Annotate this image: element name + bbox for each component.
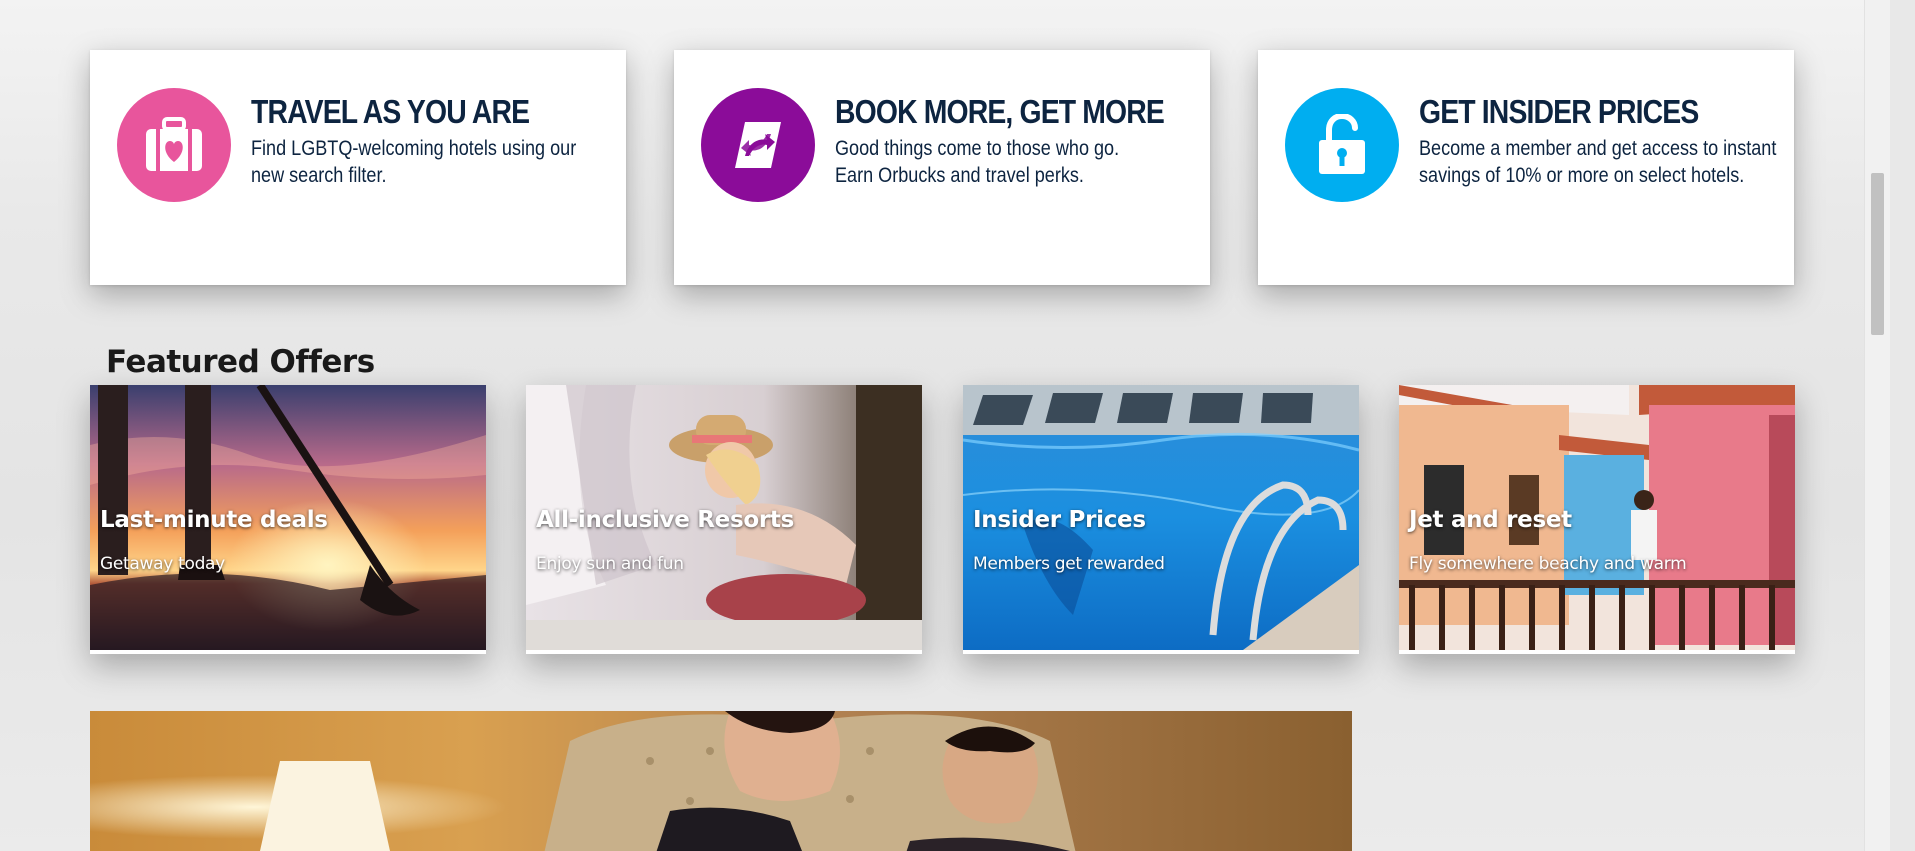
offer-title: Insider Prices <box>973 507 1146 533</box>
offer-card-jet-and-reset[interactable]: Jet and reset Fly somewhere beachy and w… <box>1399 385 1795 654</box>
benefit-card-travel-as-you-are[interactable]: TRAVEL AS YOU ARE Find LGBTQ-welcoming h… <box>90 50 626 285</box>
offer-subtitle: Enjoy sun and fun <box>536 554 684 574</box>
benefit-card-insider-prices[interactable]: GET INSIDER PRICES Become a member and g… <box>1258 50 1794 285</box>
orbucks-swirl-icon <box>701 88 815 202</box>
couple-in-hotel-bed-photo <box>90 711 1352 851</box>
page: TRAVEL AS YOU ARE Find LGBTQ-welcoming h… <box>0 0 1890 851</box>
benefit-description: Become a member and get access to instan… <box>1419 135 1780 189</box>
offer-title: All-inclusive Resorts <box>536 507 794 533</box>
offer-title: Last-minute deals <box>100 507 328 533</box>
benefit-title: BOOK MORE, GET MORE <box>835 93 1165 130</box>
benefit-card-book-more[interactable]: BOOK MORE, GET MORE Good things come to … <box>674 50 1210 285</box>
benefit-desc-line: Good things come to those who go. <box>835 137 1120 160</box>
hero-banner[interactable] <box>90 711 1352 851</box>
benefit-desc-line: Earn Orbucks and travel perks. <box>835 164 1084 187</box>
offer-subtitle: Getaway today <box>100 554 225 574</box>
offer-subtitle: Fly somewhere beachy and warm <box>1409 554 1687 574</box>
suitcase-heart-icon <box>117 88 231 202</box>
benefit-desc-line: Become a member and get access to instan… <box>1419 137 1777 160</box>
offer-subtitle: Members get rewarded <box>973 554 1165 574</box>
benefit-desc-line: new search filter. <box>251 164 387 187</box>
benefit-title: TRAVEL AS YOU ARE <box>251 93 530 130</box>
benefit-description: Find LGBTQ-welcoming hotels using our ne… <box>251 135 612 189</box>
benefit-desc-line: Find LGBTQ-welcoming hotels using our <box>251 137 577 160</box>
offer-card-insider-prices[interactable]: Insider Prices Members get rewarded <box>963 385 1359 654</box>
vertical-scrollbar[interactable] <box>1864 0 1890 851</box>
unlocked-padlock-icon <box>1285 88 1399 202</box>
scrollbar-thumb[interactable] <box>1871 173 1884 335</box>
offer-card-last-minute-deals[interactable]: Last-minute deals Getaway today <box>90 385 486 654</box>
benefit-description: Good things come to those who go. Earn O… <box>835 135 1196 189</box>
offer-card-all-inclusive-resorts[interactable]: All-inclusive Resorts Enjoy sun and fun <box>526 385 922 654</box>
offer-title: Jet and reset <box>1409 507 1572 533</box>
benefit-title: GET INSIDER PRICES <box>1419 93 1699 130</box>
benefit-desc-line: savings of 10% or more on select hotels. <box>1419 164 1745 187</box>
featured-offers-heading: Featured Offers <box>106 344 375 380</box>
